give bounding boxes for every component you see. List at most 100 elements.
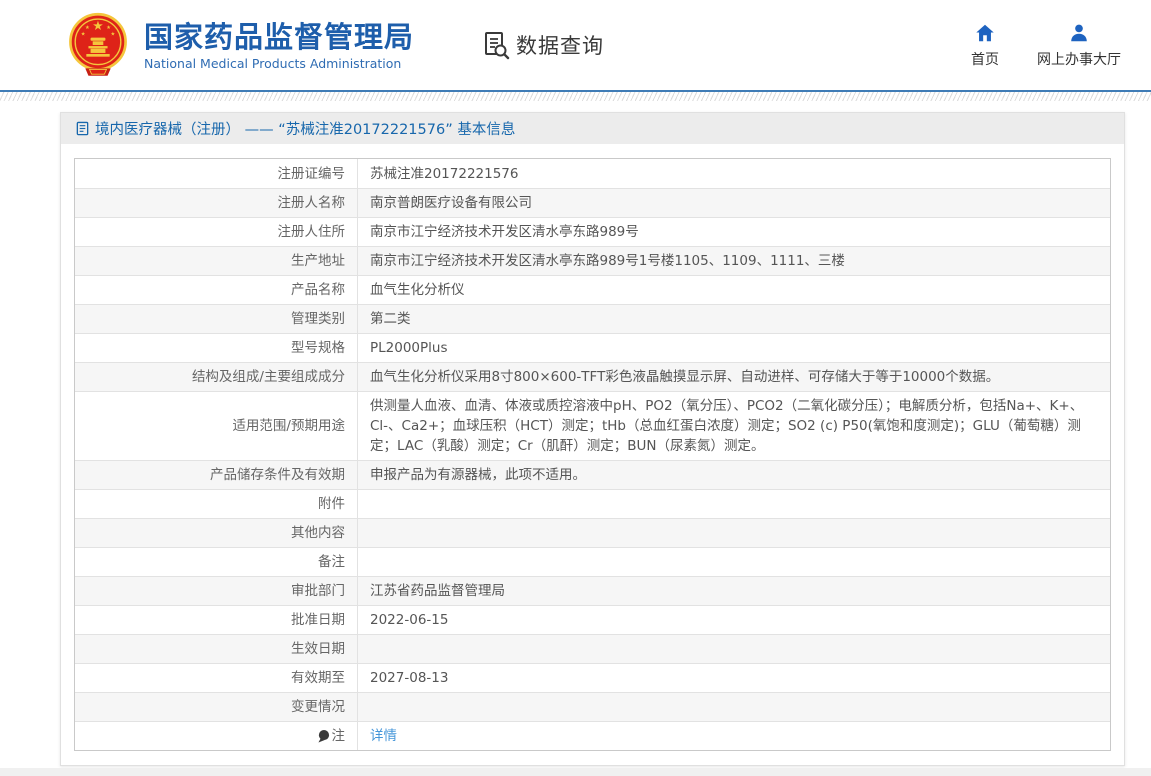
row-value-cell: 江苏省药品监督管理局 bbox=[358, 577, 1110, 605]
table-row: 适用范围/预期用途 供测量人血液、血清、体液或质控溶液中pH、PO2（氧分压）、… bbox=[75, 391, 1110, 460]
row-label: 注册人名称 bbox=[277, 195, 346, 211]
row-label: 生产地址 bbox=[291, 253, 345, 269]
table-row: 批准日期 2022-06-15 bbox=[75, 605, 1110, 634]
row-value-cell bbox=[358, 693, 1110, 721]
row-label: 生效日期 bbox=[291, 641, 345, 657]
row-value-cell: 南京市江宁经济技术开发区清水亭东路989号 bbox=[358, 218, 1110, 246]
row-value: 南京市江宁经济技术开发区清水亭东路989号1号楼1105、1109、1111、三… bbox=[370, 253, 845, 269]
detail-link[interactable]: 详情 bbox=[370, 726, 397, 746]
row-label: 型号规格 bbox=[291, 340, 345, 356]
table-row: 生效日期 bbox=[75, 634, 1110, 663]
content-panel: 境内医疗器械（注册） —— “苏械注准20172221576” 基本信息 注册证… bbox=[60, 112, 1125, 766]
national-emblem-logo: ★ ★ ★ ★ ★ bbox=[64, 10, 132, 80]
table-row: 型号规格 PL2000Plus bbox=[75, 333, 1110, 362]
row-label: 附件 bbox=[318, 496, 345, 512]
row-label-cell: 备注 bbox=[75, 548, 358, 576]
row-value: 南京普朗医疗设备有限公司 bbox=[370, 195, 532, 211]
top-nav: 首页 网上办事大厅 bbox=[971, 22, 1121, 69]
table-row: 管理类别 第二类 bbox=[75, 304, 1110, 333]
row-value: 2022-06-15 bbox=[370, 612, 449, 628]
table-row: 注 详情 bbox=[75, 721, 1110, 750]
row-label-cell: 产品储存条件及有效期 bbox=[75, 461, 358, 489]
row-label: 备注 bbox=[318, 554, 345, 570]
row-label-cell: 产品名称 bbox=[75, 276, 358, 304]
row-value-cell: 第二类 bbox=[358, 305, 1110, 333]
row-value: 南京市江宁经济技术开发区清水亭东路989号 bbox=[370, 224, 639, 240]
row-label: 注册人住所 bbox=[277, 224, 346, 240]
row-value: 苏械注准20172221576 bbox=[370, 165, 519, 182]
document-search-icon bbox=[482, 30, 512, 60]
data-query-link[interactable]: 数据查询 bbox=[482, 30, 604, 60]
row-label-cell: 注 bbox=[75, 722, 358, 750]
row-label-cell: 其他内容 bbox=[75, 519, 358, 547]
row-label: 产品储存条件及有效期 bbox=[210, 467, 345, 483]
brand-text: 国家药品监督管理局 National Medical Products Admi… bbox=[144, 20, 414, 71]
row-value-cell: 南京市江宁经济技术开发区清水亭东路989号1号楼1105、1109、1111、三… bbox=[358, 247, 1110, 275]
site-header: ★ ★ ★ ★ ★ 国家药品监督管理局 National Medical Pro… bbox=[0, 0, 1151, 90]
table-row: 备注 bbox=[75, 547, 1110, 576]
row-value-cell: PL2000Plus bbox=[358, 334, 1110, 362]
row-label: 注册证编号 bbox=[277, 165, 346, 182]
table-row: 产品名称 血气生化分析仪 bbox=[75, 275, 1110, 304]
row-value-cell: 苏械注准20172221576 bbox=[358, 159, 1110, 188]
data-query-label: 数据查询 bbox=[516, 34, 605, 58]
hatch-band bbox=[0, 92, 1151, 101]
table-row: 其他内容 bbox=[75, 518, 1110, 547]
row-value-cell: 申报产品为有源器械，此项不适用。 bbox=[358, 461, 1110, 489]
row-label-cell: 变更情况 bbox=[75, 693, 358, 721]
row-label-cell: 型号规格 bbox=[75, 334, 358, 362]
row-label-cell: 结构及组成/主要组成成分 bbox=[75, 363, 358, 391]
table-row: 注册证编号 苏械注准20172221576 bbox=[75, 159, 1110, 188]
row-value: 2027-08-13 bbox=[370, 670, 449, 686]
row-label-cell: 生效日期 bbox=[75, 635, 358, 663]
table-row: 附件 bbox=[75, 489, 1110, 518]
row-value: 血气生化分析仪采用8寸800×600-TFT彩色液晶触摸显示屏、自动进样、可存储… bbox=[370, 369, 1000, 385]
row-value-cell: 2022-06-15 bbox=[358, 606, 1110, 634]
row-value: 供测量人血液、血清、体液或质控溶液中pH、PO2（氧分压）、PCO2（二氧化碳分… bbox=[370, 398, 1084, 454]
panel-titlebar: 境内医疗器械（注册） —— “苏械注准20172221576” 基本信息 bbox=[61, 113, 1124, 144]
row-label-cell: 管理类别 bbox=[75, 305, 358, 333]
nav-home-label: 首页 bbox=[971, 51, 999, 68]
row-value: 血气生化分析仪 bbox=[370, 282, 465, 298]
table-row: 结构及组成/主要组成成分 血气生化分析仪采用8寸800×600-TFT彩色液晶触… bbox=[75, 362, 1110, 391]
svg-text:★: ★ bbox=[85, 25, 90, 31]
row-value-cell: 南京普朗医疗设备有限公司 bbox=[358, 189, 1110, 217]
row-label-cell: 注册人名称 bbox=[75, 189, 358, 217]
row-label: 审批部门 bbox=[291, 583, 345, 599]
row-label: 变更情况 bbox=[291, 699, 345, 715]
table-row: 有效期至 2027-08-13 bbox=[75, 663, 1110, 692]
brand-subtitle: National Medical Products Administration bbox=[144, 55, 402, 71]
table-row: 生产地址 南京市江宁经济技术开发区清水亭东路989号1号楼1105、1109、1… bbox=[75, 246, 1110, 275]
nav-service-hall-label: 网上办事大厅 bbox=[1037, 51, 1121, 68]
row-label-cell: 适用范围/预期用途 bbox=[75, 392, 358, 460]
row-value-cell: 血气生化分析仪 bbox=[358, 276, 1110, 304]
user-icon bbox=[1071, 24, 1087, 41]
row-value: 第二类 bbox=[370, 311, 411, 327]
table-row: 审批部门 江苏省药品监督管理局 bbox=[75, 576, 1110, 605]
row-label: 结构及组成/主要组成成分 bbox=[191, 369, 345, 385]
svg-text:★: ★ bbox=[92, 18, 103, 33]
svg-text:★: ★ bbox=[106, 25, 111, 31]
row-value-cell: 血气生化分析仪采用8寸800×600-TFT彩色液晶触摸显示屏、自动进样、可存储… bbox=[358, 363, 1110, 391]
brand-title: 国家药品监督管理局 bbox=[144, 19, 415, 54]
table-row: 注册人住所 南京市江宁经济技术开发区清水亭东路989号 bbox=[75, 217, 1110, 246]
row-label-cell: 有效期至 bbox=[75, 664, 358, 692]
brand: ★ ★ ★ ★ ★ 国家药品监督管理局 National Medical Pro… bbox=[64, 10, 414, 80]
note-balloon-icon bbox=[317, 729, 330, 743]
page-title: 境内医疗器械（注册） —— “苏械注准20172221576” 基本信息 bbox=[95, 122, 516, 138]
row-label: 批准日期 bbox=[291, 612, 345, 628]
info-table: 注册证编号 苏械注准20172221576 注册人名称 南京普朗医疗设备有限公司 bbox=[74, 158, 1111, 751]
footer-strip bbox=[0, 768, 1151, 776]
row-label: 适用范围/预期用途 bbox=[232, 418, 345, 434]
home-icon bbox=[976, 24, 994, 41]
row-label-cell: 注册人住所 bbox=[75, 218, 358, 246]
svg-text:★: ★ bbox=[81, 31, 86, 37]
nav-home[interactable]: 首页 bbox=[971, 22, 999, 69]
row-label: 注 bbox=[331, 728, 346, 744]
nav-service-hall[interactable]: 网上办事大厅 bbox=[1037, 22, 1121, 69]
table-row: 变更情况 bbox=[75, 692, 1110, 721]
row-value-cell: 供测量人血液、血清、体液或质控溶液中pH、PO2（氧分压）、PCO2（二氧化碳分… bbox=[358, 392, 1110, 460]
row-value-cell bbox=[358, 490, 1110, 518]
row-label-cell: 生产地址 bbox=[75, 247, 358, 275]
row-value-cell bbox=[358, 548, 1110, 576]
